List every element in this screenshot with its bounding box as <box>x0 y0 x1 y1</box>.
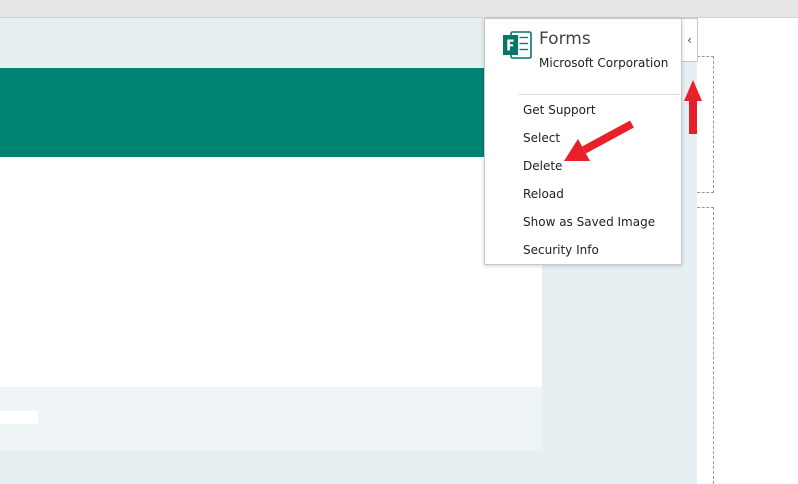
menu-divider <box>518 94 680 95</box>
menu-item-get-support[interactable]: Get Support <box>485 96 681 124</box>
forms-banner <box>0 68 542 157</box>
addin-publisher: Microsoft Corporation <box>539 56 669 70</box>
addin-header: Forms Microsoft Corporation <box>485 19 681 93</box>
microsoft-forms-logo-icon <box>503 31 532 59</box>
menu-item-security-info[interactable]: Security Info <box>485 236 681 264</box>
placeholder-frame-bottom <box>697 207 714 484</box>
menu-item-select[interactable]: Select <box>485 124 681 152</box>
forms-embed-card <box>0 68 542 387</box>
addin-name: Forms <box>539 29 591 49</box>
collapse-menu-button[interactable]: ‹ <box>682 18 698 62</box>
placeholder-frame-top <box>697 56 714 193</box>
addin-context-menu: Forms Microsoft Corporation Get Support … <box>484 18 682 265</box>
forms-embed-footer <box>0 387 542 451</box>
menu-item-reload[interactable]: Reload <box>485 180 681 208</box>
menu-item-show-as-saved-image[interactable]: Show as Saved Image <box>485 208 681 236</box>
menu-item-delete[interactable]: Delete <box>485 152 681 180</box>
addin-menu-list: Get Support Select Delete Reload Show as… <box>485 96 681 264</box>
footer-link[interactable] <box>0 411 38 424</box>
chevron-left-icon: ‹ <box>687 33 692 47</box>
top-toolbar-strip <box>0 0 798 18</box>
